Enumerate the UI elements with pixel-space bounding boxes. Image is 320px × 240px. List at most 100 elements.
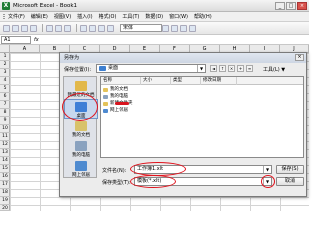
desktop-folder-icon xyxy=(99,66,106,71)
window-title: Microsoft Excel - Book1 xyxy=(13,3,78,9)
save-in-label: 保存位置(I): xyxy=(64,67,92,73)
row-header[interactable]: 9 xyxy=(0,117,10,125)
views-icon[interactable]: ≡ xyxy=(246,65,253,72)
annotation-circle-dropdown xyxy=(261,175,275,188)
tools-menu[interactable]: 工具(L) ▼ xyxy=(263,66,285,73)
minimize-button[interactable]: _ xyxy=(275,2,285,10)
formula-bar: A1 fx xyxy=(0,35,309,45)
name-box[interactable]: A1 xyxy=(1,36,31,44)
menu-data[interactable]: 数据(D) xyxy=(145,13,163,20)
save-in-select[interactable]: 桌面 ▼ xyxy=(96,64,206,73)
row-header[interactable]: 15 xyxy=(0,165,10,173)
file-list[interactable]: 名称 大小 类型 修改日期 我的文档 我的电脑 新建文件夹 网上邻居 xyxy=(100,76,304,158)
delete-icon[interactable]: × xyxy=(228,65,235,72)
row-headers: 1 2 3 4 5 6 7 8 9 10 11 12 13 14 15 16 1… xyxy=(0,53,10,211)
row-header[interactable]: 14 xyxy=(0,157,10,165)
place-label: 我的文档 xyxy=(72,133,90,138)
annotation-circle-desktop xyxy=(62,93,98,121)
menu-edit[interactable]: 编辑(E) xyxy=(31,13,48,20)
file-list-item[interactable]: 网上邻居 xyxy=(103,108,128,114)
back-icon[interactable]: ◄ xyxy=(210,65,217,72)
menu-file[interactable]: 文件(F) xyxy=(8,13,25,20)
file-name: 我的电脑 xyxy=(110,94,128,99)
paste-icon[interactable] xyxy=(64,24,71,32)
bold-icon[interactable] xyxy=(162,24,169,32)
dialog-title: 另存为 xyxy=(60,53,306,63)
new-folder-icon[interactable]: + xyxy=(237,65,244,72)
menu-view[interactable]: 视图(V) xyxy=(54,13,71,20)
row-header[interactable]: 11 xyxy=(0,133,10,141)
menu-bar: 文件(F) 编辑(E) 视图(V) 插入(I) 格式(O) 工具(T) 数据(D… xyxy=(0,12,309,22)
menu-insert[interactable]: 插入(I) xyxy=(77,13,92,20)
window-controls: _ □ × xyxy=(275,2,307,10)
chart-icon[interactable] xyxy=(107,24,114,32)
recent-docs-icon xyxy=(75,81,87,91)
network-icon xyxy=(103,109,108,113)
row-header[interactable]: 5 xyxy=(0,85,10,93)
column-modified[interactable]: 修改日期 xyxy=(201,77,237,85)
menu-window[interactable]: 窗口(W) xyxy=(169,13,188,20)
row-header[interactable]: 1 xyxy=(0,53,10,61)
file-list-item[interactable]: 我的电脑 xyxy=(103,94,128,100)
close-button[interactable]: × xyxy=(297,2,307,10)
row-header[interactable]: 6 xyxy=(0,93,10,101)
excel-icon: X xyxy=(2,2,10,10)
menu-format[interactable]: 格式(O) xyxy=(99,13,117,20)
maximize-button[interactable]: □ xyxy=(286,2,296,10)
row-header[interactable]: 3 xyxy=(0,69,10,77)
underline-icon[interactable] xyxy=(180,24,187,32)
new-icon[interactable] xyxy=(3,24,10,32)
sort-icon[interactable] xyxy=(98,24,105,32)
open-icon[interactable] xyxy=(12,24,19,32)
file-name: 网上邻居 xyxy=(110,108,128,113)
menu-tools[interactable]: 工具(T) xyxy=(122,13,139,20)
undo-icon[interactable] xyxy=(80,24,87,32)
chevron-down-icon[interactable]: ▼ xyxy=(263,166,271,173)
row-header[interactable]: 4 xyxy=(0,77,10,85)
file-name: 我的文档 xyxy=(110,87,128,92)
toolbar-separator xyxy=(76,24,77,32)
align-icon[interactable] xyxy=(189,24,196,32)
print-icon[interactable] xyxy=(30,24,37,32)
places-bar: 我最近的文档 桌面 我的文档 我的电脑 网上邻居 xyxy=(63,76,98,179)
row-header[interactable]: 12 xyxy=(0,141,10,149)
row-header[interactable]: 20 xyxy=(0,205,10,211)
place-network[interactable]: 网上邻居 xyxy=(64,159,98,179)
up-folder-icon[interactable]: ↑ xyxy=(219,65,226,72)
sum-icon[interactable] xyxy=(89,24,96,32)
row-header[interactable]: 10 xyxy=(0,125,10,133)
filetype-label: 保存类型(T): xyxy=(102,180,131,186)
place-my-documents[interactable]: 我的文档 xyxy=(64,119,98,139)
folder-icon xyxy=(103,88,108,92)
row-header[interactable]: 18 xyxy=(0,189,10,197)
row-header[interactable]: 17 xyxy=(0,181,10,189)
chevron-down-icon[interactable]: ▼ xyxy=(197,65,205,72)
save-icon[interactable] xyxy=(21,24,28,32)
cancel-button[interactable]: 取消 xyxy=(276,177,304,186)
row-header[interactable]: 19 xyxy=(0,197,10,205)
row-header[interactable]: 8 xyxy=(0,109,10,117)
row-header[interactable]: 13 xyxy=(0,149,10,157)
file-list-item[interactable]: 我的文档 xyxy=(103,87,128,93)
row-header[interactable]: 2 xyxy=(0,61,10,69)
row-header[interactable]: 7 xyxy=(0,101,10,109)
font-select[interactable]: 宋体 xyxy=(120,24,162,32)
save-button[interactable]: 保存(S) xyxy=(276,165,304,174)
select-all-corner[interactable] xyxy=(0,45,10,53)
place-my-computer[interactable]: 我的电脑 xyxy=(64,139,98,159)
italic-icon[interactable] xyxy=(171,24,178,32)
column-type[interactable]: 类型 xyxy=(171,77,201,85)
dialog-close-button[interactable]: × xyxy=(295,54,304,61)
my-computer-icon xyxy=(75,141,87,151)
cut-icon[interactable] xyxy=(46,24,53,32)
save-in-value: 桌面 xyxy=(108,65,119,71)
row-header[interactable]: 16 xyxy=(0,173,10,181)
standard-toolbar: 宋体 xyxy=(0,22,309,35)
column-header[interactable]: A xyxy=(10,45,40,53)
column-name[interactable]: 名称 xyxy=(101,77,141,85)
annotation-circle-filename xyxy=(130,162,186,176)
copy-icon[interactable] xyxy=(55,24,62,32)
menu-help[interactable]: 帮助(H) xyxy=(194,13,212,20)
column-size[interactable]: 大小 xyxy=(141,77,171,85)
window-titlebar: X Microsoft Excel - Book1 _ □ × xyxy=(0,0,309,12)
